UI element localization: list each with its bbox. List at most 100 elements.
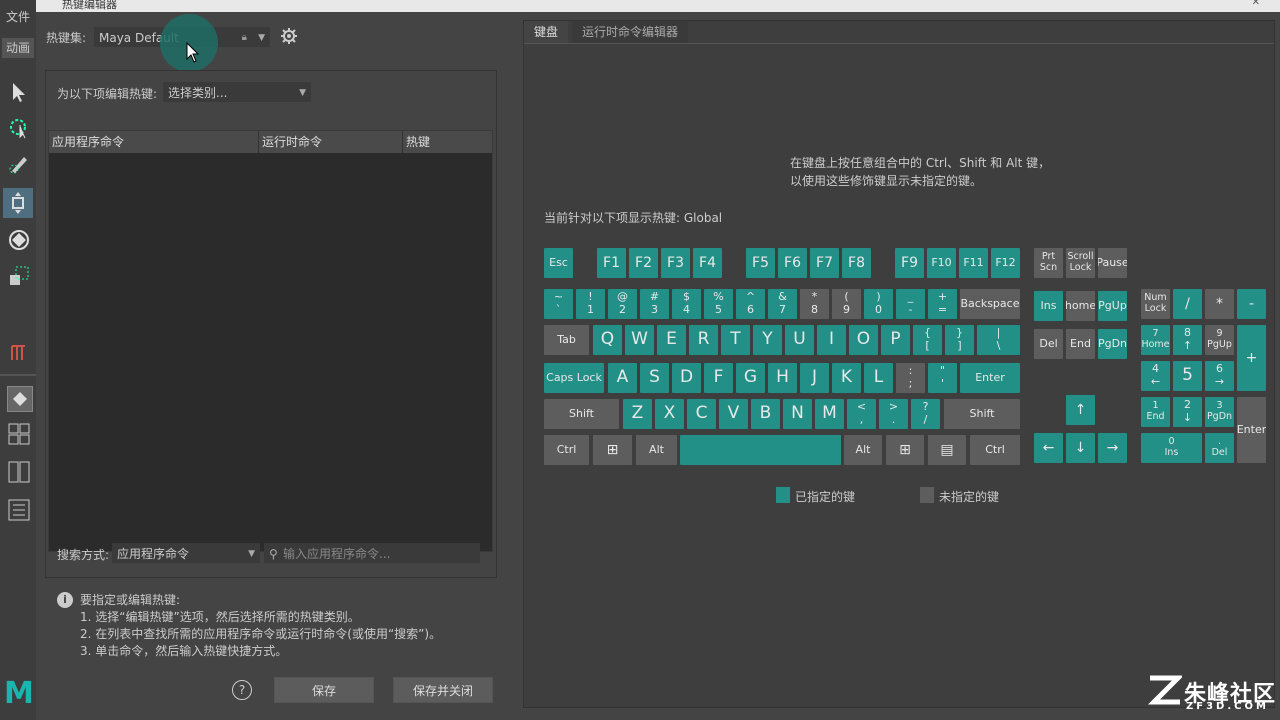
key-k4[interactable]: $4 <box>672 289 701 319</box>
key-z[interactable]: Z <box>623 399 652 429</box>
key-np5[interactable]: 5 <box>1173 361 1202 391</box>
key-scroll[interactable]: Scroll Lock <box>1066 248 1095 278</box>
key-semi[interactable]: :; <box>896 363 925 393</box>
key-q[interactable]: Q <box>593 325 622 355</box>
key-np4[interactable]: 4 ← <box>1141 361 1170 391</box>
key-t[interactable]: T <box>721 325 750 355</box>
key-f1[interactable]: F1 <box>597 248 626 278</box>
key-np7[interactable]: 7 Home <box>1141 325 1170 355</box>
key-p[interactable]: P <box>881 325 910 355</box>
key-u[interactable]: U <box>785 325 814 355</box>
search-input[interactable]: ⚲ 输入应用程序命令... <box>264 543 480 563</box>
key-f4[interactable]: F4 <box>693 248 722 278</box>
key-k0[interactable]: ) 0 <box>864 289 893 319</box>
key-comma[interactable]: <, <box>847 399 876 429</box>
key-rctrl[interactable]: Ctrl <box>970 435 1020 465</box>
key-f7[interactable]: F7 <box>810 248 839 278</box>
key-m[interactable]: M <box>815 399 844 429</box>
key-k5[interactable]: % 5 <box>704 289 733 319</box>
key-np1[interactable]: 1 End <box>1141 397 1170 427</box>
key-k7[interactable]: & 7 <box>768 289 797 319</box>
key-rbr[interactable]: }] <box>945 325 974 355</box>
key-minus[interactable]: _ - <box>896 289 925 319</box>
key-np0[interactable]: 0 Ins <box>1141 433 1202 463</box>
key-npdiv[interactable]: / <box>1173 289 1202 319</box>
key-o[interactable]: O <box>849 325 878 355</box>
key-ralt[interactable]: Alt <box>844 435 882 465</box>
key-f[interactable]: F <box>704 363 733 393</box>
key-f3[interactable]: F3 <box>661 248 690 278</box>
paint-select-icon[interactable] <box>7 152 31 176</box>
key-caps[interactable]: Caps Lock <box>544 363 604 393</box>
key-k8[interactable]: * 8 <box>800 289 829 319</box>
key-h[interactable]: H <box>768 363 797 393</box>
key-del[interactable]: Del <box>1034 329 1063 359</box>
key-lalt[interactable]: Alt <box>636 435 677 465</box>
key-numlock[interactable]: Num Lock <box>1141 289 1170 319</box>
key-f9[interactable]: F9 <box>895 248 924 278</box>
key-x[interactable]: X <box>655 399 684 429</box>
key-r[interactable]: R <box>689 325 718 355</box>
key-s[interactable]: S <box>640 363 669 393</box>
key-quote[interactable]: " ' <box>928 363 957 393</box>
column-header-app-command[interactable]: 应用程序命令 <box>49 131 259 153</box>
key-f11[interactable]: F11 <box>959 248 988 278</box>
key-period[interactable]: >. <box>879 399 908 429</box>
key-np6[interactable]: 6 → <box>1205 361 1234 391</box>
category-dropdown[interactable]: 选择类别... ▼ <box>163 82 311 102</box>
scale-tool-icon[interactable] <box>7 264 31 288</box>
outliner-icon[interactable] <box>7 498 31 522</box>
key-f2[interactable]: F2 <box>629 248 658 278</box>
key-npmul[interactable]: * <box>1205 289 1234 319</box>
key-np2[interactable]: 2 ↓ <box>1173 397 1202 427</box>
key-c[interactable]: C <box>687 399 716 429</box>
shelf-tab[interactable]: 动画 <box>2 38 34 58</box>
key-home[interactable]: home <box>1066 291 1095 321</box>
tab-keyboard[interactable]: 键盘 <box>524 21 569 43</box>
key-n[interactable]: N <box>783 399 812 429</box>
key-v[interactable]: V <box>719 399 748 429</box>
key-lwin[interactable]: ⊞ <box>593 435 632 465</box>
key-up[interactable]: ↑ <box>1066 395 1095 425</box>
key-i[interactable]: I <box>817 325 846 355</box>
key-tilde[interactable]: ~ ` <box>544 289 573 319</box>
gear-icon[interactable] <box>280 27 298 45</box>
command-table[interactable]: 应用程序命令 运行时命令 热键 <box>48 130 493 552</box>
key-pgdn[interactable]: PgDn <box>1098 329 1127 359</box>
key-f6[interactable]: F6 <box>778 248 807 278</box>
key-k[interactable]: K <box>832 363 861 393</box>
key-esc[interactable]: Esc <box>544 248 573 278</box>
save-button[interactable]: 保存 <box>274 677 374 703</box>
key-y[interactable]: Y <box>753 325 782 355</box>
key-f8[interactable]: F8 <box>842 248 871 278</box>
key-right[interactable]: → <box>1098 433 1127 463</box>
key-npdot[interactable]: . Del <box>1205 433 1234 463</box>
key-k6[interactable]: ^ 6 <box>736 289 765 319</box>
key-k9[interactable]: (9 <box>832 289 861 319</box>
search-mode-dropdown[interactable]: 应用程序命令 ▼ <box>112 543 260 563</box>
key-k3[interactable]: #3 <box>640 289 669 319</box>
key-equal[interactable]: + = <box>928 289 957 319</box>
key-pause[interactable]: Pause <box>1098 248 1127 278</box>
key-e[interactable]: E <box>657 325 686 355</box>
column-header-runtime-command[interactable]: 运行时命令 <box>259 131 403 153</box>
file-menu[interactable]: 文件 <box>6 8 30 25</box>
column-header-hotkey[interactable]: 热键 <box>403 131 492 153</box>
key-w[interactable]: W <box>625 325 654 355</box>
key-space[interactable] <box>680 435 841 465</box>
key-f12[interactable]: F12 <box>991 248 1020 278</box>
key-a[interactable]: A <box>608 363 637 393</box>
select-tool-icon[interactable] <box>7 80 31 104</box>
key-left[interactable]: ← <box>1034 433 1063 463</box>
key-np3[interactable]: 3 PgDn <box>1205 397 1234 427</box>
key-k2[interactable]: @2 <box>608 289 637 319</box>
lasso-tool-icon[interactable] <box>7 116 31 140</box>
key-pgup[interactable]: PgUp <box>1098 291 1127 321</box>
key-k1[interactable]: ! 1 <box>576 289 605 319</box>
move-tool-icon[interactable] <box>3 188 33 218</box>
save-and-close-button[interactable]: 保存并关闭 <box>393 677 493 703</box>
key-backspace[interactable]: Backspace <box>960 289 1020 319</box>
key-d[interactable]: D <box>672 363 701 393</box>
key-f10[interactable]: F10 <box>927 248 956 278</box>
key-npsub[interactable]: - <box>1237 289 1266 319</box>
